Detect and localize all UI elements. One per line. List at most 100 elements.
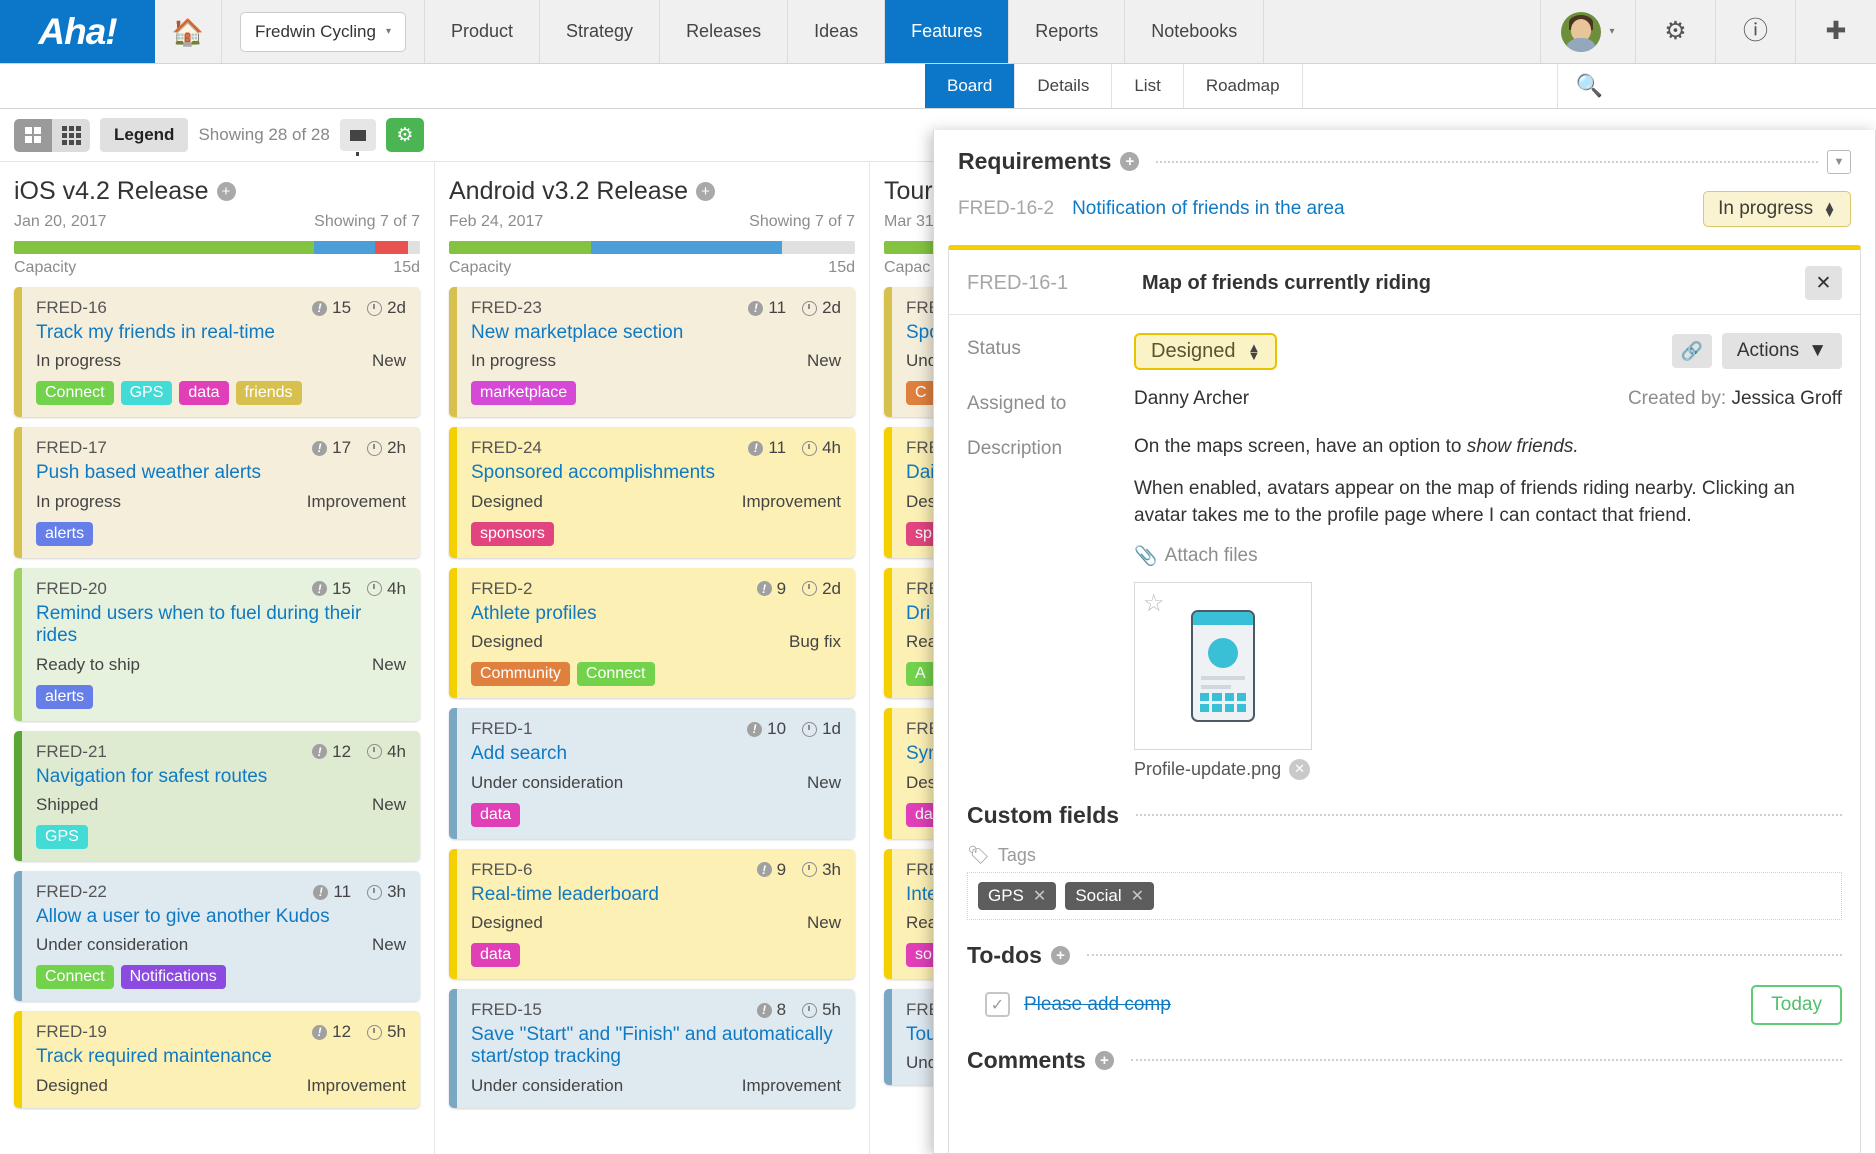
search-box[interactable]: 🔍 bbox=[1558, 64, 1876, 108]
card-tag[interactable]: friends bbox=[236, 381, 302, 405]
tab-details[interactable]: Details bbox=[1015, 64, 1112, 108]
card-tag[interactable]: Connect bbox=[36, 965, 114, 989]
card-tag[interactable]: C bbox=[906, 381, 936, 405]
checkbox[interactable]: ✓ bbox=[985, 992, 1010, 1017]
attachment-caption: Profile-update.png ✕ bbox=[1134, 759, 1312, 780]
plus-icon: ✚ bbox=[1826, 19, 1847, 44]
card-title[interactable]: Sponsored accomplishments bbox=[471, 462, 841, 484]
add-requirement-icon[interactable]: + bbox=[1120, 152, 1139, 171]
description-value[interactable]: On the maps screen, have an option to sh… bbox=[1134, 433, 1842, 780]
feature-card[interactable]: FRED-23 !11 2d New marketplace section I… bbox=[449, 287, 855, 417]
tab-list[interactable]: List bbox=[1112, 64, 1183, 108]
close-icon[interactable]: ✕ bbox=[1805, 266, 1842, 300]
settings-button[interactable]: ⚙ bbox=[1636, 0, 1716, 63]
app-logo[interactable]: Aha! bbox=[0, 0, 155, 63]
nav-item-notebooks[interactable]: Notebooks bbox=[1125, 0, 1264, 63]
feature-card[interactable]: FRED-2 !9 2d Athlete profiles Designed B… bbox=[449, 568, 855, 698]
status-select[interactable]: Designed ▲▼ bbox=[1134, 333, 1277, 370]
card-title[interactable]: Athlete profiles bbox=[471, 603, 841, 625]
nav-item-reports[interactable]: Reports bbox=[1009, 0, 1125, 63]
showing-count: Showing 28 of 28 bbox=[198, 125, 329, 145]
home-button[interactable]: 🏠 bbox=[155, 0, 222, 63]
feature-card[interactable]: FRED-6 !9 3h Real-time leaderboard Desig… bbox=[449, 849, 855, 979]
link-icon[interactable]: 🔗 bbox=[1672, 334, 1712, 368]
tag-chip[interactable]: Social ✕ bbox=[1065, 882, 1154, 910]
user-menu[interactable]: ▾ bbox=[1541, 0, 1636, 63]
requirement-name[interactable]: Notification of friends in the area bbox=[1072, 198, 1345, 220]
feature-card[interactable]: FRED-19 !12 5h Track required maintenanc… bbox=[14, 1011, 420, 1107]
card-tag[interactable]: A bbox=[906, 662, 935, 686]
feature-card[interactable]: FRED-20 !15 4h Remind users when to fuel… bbox=[14, 568, 420, 721]
assigned-value[interactable]: Danny Archer bbox=[1134, 388, 1628, 410]
remove-tag-icon[interactable]: ✕ bbox=[1131, 886, 1144, 906]
project-selector[interactable]: Fredwin Cycling ▾ bbox=[240, 12, 406, 52]
nav-item-strategy[interactable]: Strategy bbox=[540, 0, 660, 63]
card-title[interactable]: Add search bbox=[471, 743, 841, 765]
card-title[interactable]: Navigation for safest routes bbox=[36, 766, 406, 788]
card-title[interactable]: Push based weather alerts bbox=[36, 462, 406, 484]
card-tag[interactable]: Connect bbox=[577, 662, 655, 686]
nav-item-product[interactable]: Product bbox=[425, 0, 540, 63]
filter-button[interactable] bbox=[340, 119, 376, 151]
attachment-thumbnail[interactable]: ☆ bbox=[1134, 582, 1312, 750]
remove-file-icon[interactable]: ✕ bbox=[1289, 759, 1310, 780]
card-title[interactable]: Save "Start" and "Finish" and automatica… bbox=[471, 1024, 841, 1069]
add-feature-icon[interactable]: + bbox=[696, 182, 715, 201]
star-icon[interactable]: ☆ bbox=[1143, 589, 1165, 618]
feature-card[interactable]: FRED-24 !11 4h Sponsored accomplishments… bbox=[449, 427, 855, 557]
card-tag[interactable]: GPS bbox=[36, 825, 88, 849]
card-list: FRED-23 !11 2d New marketplace section I… bbox=[449, 287, 855, 1108]
card-tag[interactable]: data bbox=[179, 381, 228, 405]
card-title[interactable]: Remind users when to fuel during their r… bbox=[36, 603, 406, 648]
feature-card[interactable]: FRED-16 !15 2d Track my friends in real-… bbox=[14, 287, 420, 417]
card-tag[interactable]: GPS bbox=[121, 381, 173, 405]
add-comment-icon[interactable]: + bbox=[1095, 1051, 1114, 1070]
add-todo-icon[interactable]: + bbox=[1051, 946, 1070, 965]
card-title[interactable]: New marketplace section bbox=[471, 322, 841, 344]
requirement-status-select[interactable]: In progress ▲▼ bbox=[1703, 191, 1851, 227]
feature-card[interactable]: FRED-1 !10 1d Add search Under considera… bbox=[449, 708, 855, 838]
nav-item-ideas[interactable]: Ideas bbox=[788, 0, 885, 63]
collapse-panel-icon[interactable]: ▼ bbox=[1827, 150, 1851, 174]
card-tag[interactable]: Connect bbox=[36, 381, 114, 405]
nav-item-features[interactable]: Features bbox=[885, 0, 1009, 63]
help-button[interactable]: ⓘ bbox=[1716, 0, 1796, 63]
card-type: New bbox=[807, 351, 841, 371]
attach-files-row[interactable]: 📎 Attach files bbox=[1134, 544, 1842, 568]
card-title[interactable]: Real-time leaderboard bbox=[471, 884, 841, 906]
card-tag[interactable]: alerts bbox=[36, 522, 93, 546]
todo-text[interactable]: Please add comp bbox=[1024, 994, 1171, 1016]
card-tags: data bbox=[471, 803, 841, 827]
nav-item-releases[interactable]: Releases bbox=[660, 0, 788, 63]
feature-card[interactable]: FRED-22 !11 3h Allow a user to give anot… bbox=[14, 871, 420, 1001]
card-tag[interactable]: data bbox=[471, 943, 520, 967]
card-tag[interactable]: Community bbox=[471, 662, 570, 686]
add-feature-icon[interactable]: + bbox=[217, 182, 236, 201]
add-button[interactable]: ✚ bbox=[1796, 0, 1876, 63]
detail-title: Map of friends currently riding bbox=[1142, 272, 1431, 295]
todo-due-button[interactable]: Today bbox=[1751, 985, 1842, 1025]
view-toggle-cards[interactable] bbox=[14, 119, 52, 152]
remove-tag-icon[interactable]: ✕ bbox=[1033, 886, 1046, 906]
board-settings-button[interactable]: ⚙ bbox=[386, 118, 424, 152]
feature-card[interactable]: FRED-21 !12 4h Navigation for safest rou… bbox=[14, 731, 420, 861]
card-tag[interactable]: alerts bbox=[36, 685, 93, 709]
card-status-stripe bbox=[884, 568, 892, 698]
card-tag[interactable]: data bbox=[471, 803, 520, 827]
card-tag[interactable]: sponsors bbox=[471, 522, 554, 546]
feature-card[interactable]: FRED-15 !8 5h Save "Start" and "Finish" … bbox=[449, 989, 855, 1108]
view-toggle-compact[interactable] bbox=[52, 119, 90, 152]
tab-roadmap[interactable]: Roadmap bbox=[1184, 64, 1303, 108]
tab-board[interactable]: Board bbox=[925, 64, 1015, 108]
legend-button[interactable]: Legend bbox=[100, 118, 188, 152]
card-tag[interactable]: Notifications bbox=[121, 965, 226, 989]
feature-card[interactable]: FRED-17 !17 2h Push based weather alerts… bbox=[14, 427, 420, 557]
card-tag[interactable]: marketplace bbox=[471, 381, 576, 405]
card-title[interactable]: Allow a user to give another Kudos bbox=[36, 906, 406, 928]
card-title[interactable]: Track required maintenance bbox=[36, 1046, 406, 1068]
card-title[interactable]: Track my friends in real-time bbox=[36, 322, 406, 344]
tag-chip[interactable]: GPS ✕ bbox=[978, 882, 1056, 910]
actions-button[interactable]: Actions ▼ bbox=[1722, 333, 1842, 369]
description-label: Description bbox=[967, 433, 1134, 460]
tags-input[interactable]: GPS ✕ Social ✕ bbox=[967, 872, 1842, 920]
